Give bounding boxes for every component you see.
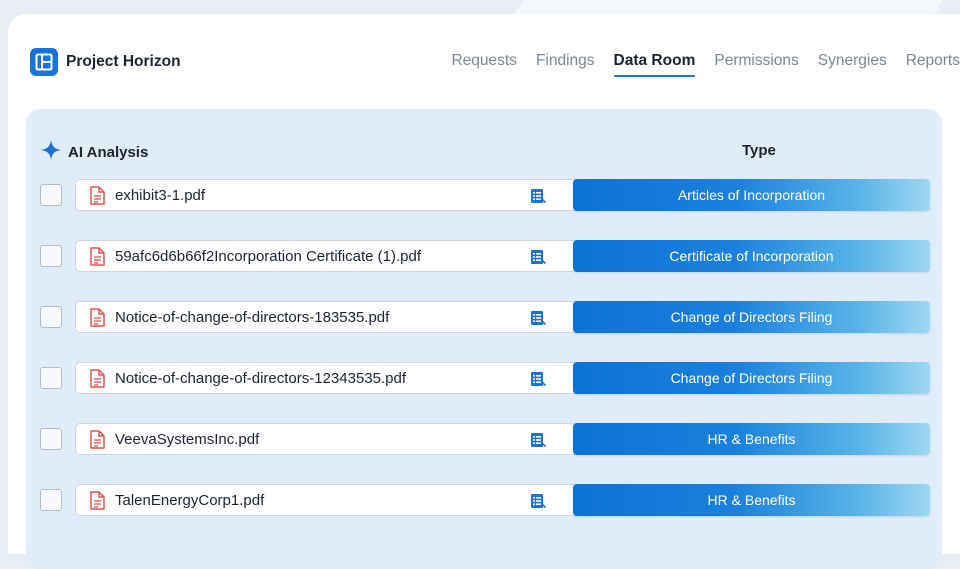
tab-requests[interactable]: Requests: [451, 52, 516, 76]
tab-permissions[interactable]: Permissions: [714, 52, 798, 76]
file-entry[interactable]: TalenEnergyCorp1.pdf: [75, 484, 575, 516]
row-checkbox[interactable]: [40, 245, 62, 267]
top-header: Project Horizon Requests Findings Data R…: [8, 14, 960, 104]
ai-analysis-header: AI Analysis: [40, 139, 148, 166]
type-badge[interactable]: Change of Directors Filing: [573, 362, 930, 394]
layout-icon: [30, 48, 58, 76]
file-name: TalenEnergyCorp1.pdf: [115, 491, 265, 509]
file-entry[interactable]: 59afc6d6b66f2Incorporation Certificate (…: [75, 240, 575, 272]
ai-analysis-label: AI Analysis: [68, 144, 149, 161]
file-row: TalenEnergyCorp1.pdf HR & Benefits: [40, 484, 930, 516]
file-name: Notice-of-change-of-directors-183535.pdf: [115, 308, 390, 326]
row-checkbox[interactable]: [40, 184, 62, 206]
document-list-icon[interactable]: [530, 371, 547, 392]
type-badge[interactable]: HR & Benefits: [573, 423, 930, 455]
file-name: VeevaSystemsInc.pdf: [115, 430, 260, 448]
type-column-header: Type: [742, 142, 776, 159]
row-checkbox[interactable]: [40, 367, 62, 389]
app-window: Project Horizon Requests Findings Data R…: [8, 14, 960, 569]
tab-reports[interactable]: Reports: [906, 52, 960, 76]
pdf-file-icon: [89, 185, 105, 205]
brand-name: Project Horizon: [66, 53, 181, 70]
type-badge[interactable]: Certificate of Incorporation: [573, 240, 930, 272]
file-entry[interactable]: Notice-of-change-of-directors-12343535.p…: [75, 362, 575, 394]
file-row: exhibit3-1.pdf Articles of Incorporation: [40, 179, 930, 211]
data-room-panel: AI Analysis Type exhibit3-1.pdf Articles…: [26, 109, 942, 569]
file-name: exhibit3-1.pdf: [115, 186, 206, 204]
tab-findings[interactable]: Findings: [536, 52, 595, 76]
row-checkbox[interactable]: [40, 306, 62, 328]
type-badge[interactable]: HR & Benefits: [573, 484, 930, 516]
tab-synergies[interactable]: Synergies: [818, 52, 887, 76]
tab-data-room[interactable]: Data Room: [613, 52, 695, 77]
row-checkbox[interactable]: [40, 428, 62, 450]
file-entry[interactable]: exhibit3-1.pdf: [75, 179, 575, 211]
sparkle-icon: [40, 139, 62, 166]
file-row: Notice-of-change-of-directors-12343535.p…: [40, 362, 930, 394]
pdf-file-icon: [89, 307, 105, 327]
type-badge[interactable]: Change of Directors Filing: [573, 301, 930, 333]
document-list-icon[interactable]: [530, 249, 547, 270]
file-row: Notice-of-change-of-directors-183535.pdf…: [40, 301, 930, 333]
pdf-file-icon: [89, 490, 105, 510]
file-row: 59afc6d6b66f2Incorporation Certificate (…: [40, 240, 930, 272]
document-list-icon[interactable]: [530, 310, 547, 331]
pdf-file-icon: [89, 429, 105, 449]
file-name: 59afc6d6b66f2Incorporation Certificate (…: [115, 247, 422, 265]
file-entry[interactable]: VeevaSystemsInc.pdf: [75, 423, 575, 455]
file-name: Notice-of-change-of-directors-12343535.p…: [115, 369, 406, 387]
document-list-icon[interactable]: [530, 188, 547, 209]
pdf-file-icon: [89, 246, 105, 266]
document-list-icon[interactable]: [530, 432, 547, 453]
logo[interactable]: Project Horizon: [30, 48, 181, 76]
type-badge[interactable]: Articles of Incorporation: [573, 179, 930, 211]
document-list-icon[interactable]: [530, 493, 547, 514]
pdf-file-icon: [89, 368, 105, 388]
file-entry[interactable]: Notice-of-change-of-directors-183535.pdf: [75, 301, 575, 333]
row-checkbox[interactable]: [40, 489, 62, 511]
main-nav: Requests Findings Data Room Permissions …: [432, 52, 960, 77]
file-row: VeevaSystemsInc.pdf HR & Benefits: [40, 423, 930, 455]
